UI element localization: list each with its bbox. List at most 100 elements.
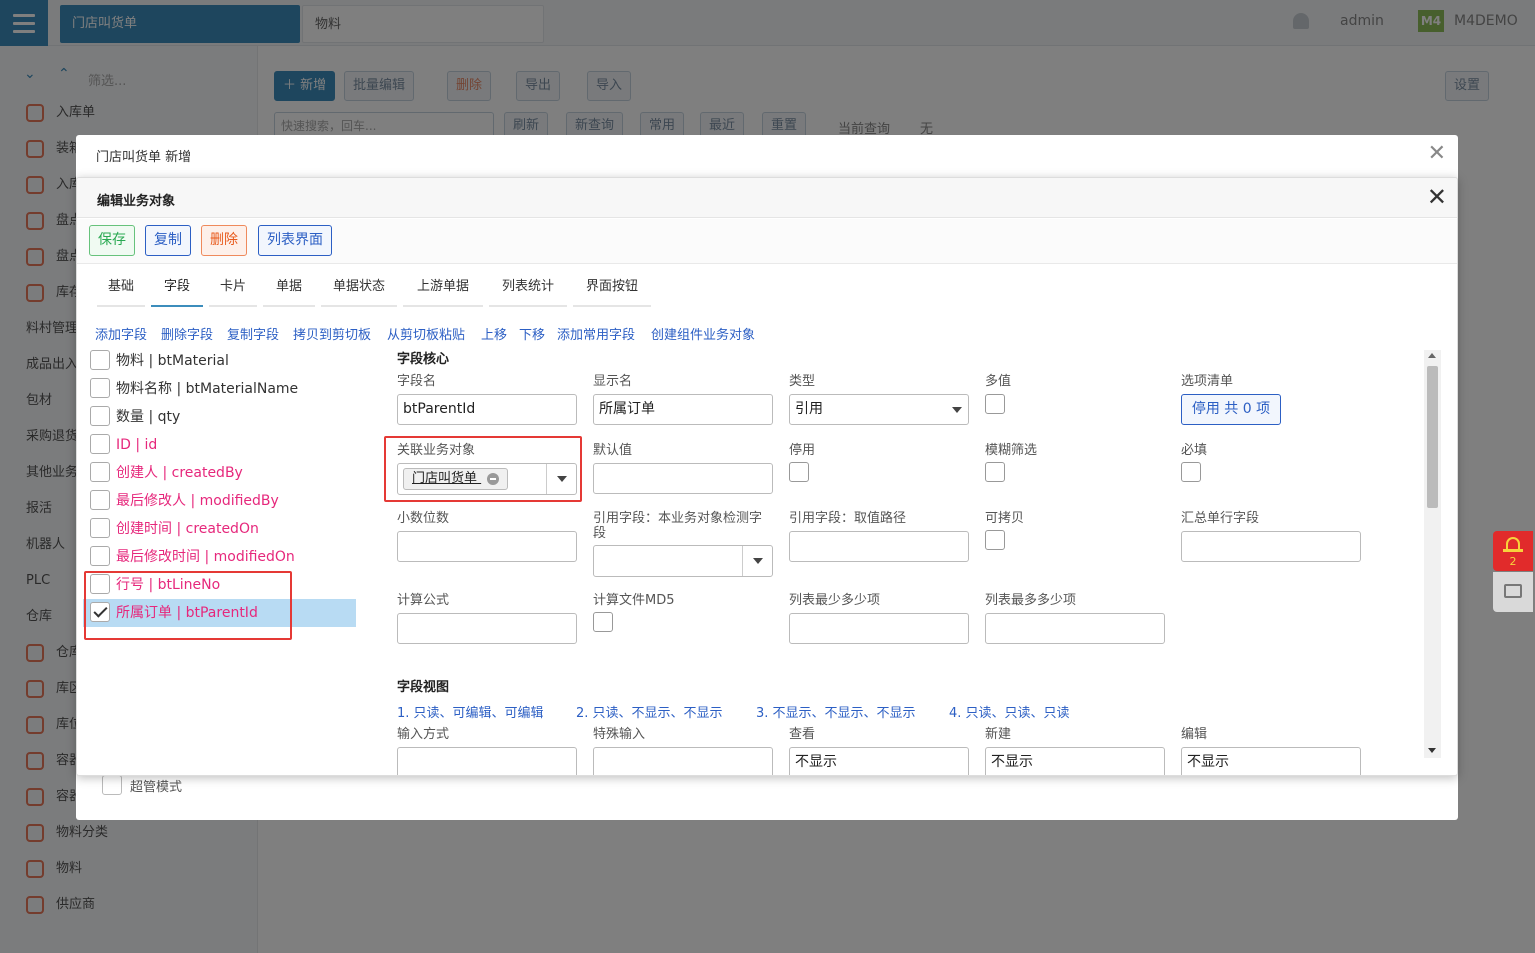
fuzzy-filter-checkbox[interactable] (985, 462, 1005, 482)
super-mode-checkbox[interactable] (102, 775, 122, 795)
ref-field-check-select[interactable] (593, 545, 773, 577)
default-value-label: 默认值 (593, 443, 633, 458)
close-icon[interactable]: ✕ (1427, 183, 1447, 211)
required-label: 必填 (1181, 443, 1208, 458)
tab-list-statistics[interactable]: 列表统计 (489, 272, 567, 307)
create-component-object-link[interactable]: 创建组件业务对象 (651, 324, 755, 343)
field-list-item[interactable]: 数量 | qty (83, 403, 356, 431)
scroll-up-icon[interactable] (1428, 353, 1436, 358)
special-input-select[interactable] (593, 747, 773, 775)
decimals-input[interactable] (397, 531, 577, 562)
field-checkbox[interactable] (90, 350, 110, 370)
field-checkbox[interactable] (90, 406, 110, 426)
fuzzy-filter-label: 模糊筛选 (985, 443, 1038, 458)
list-min-input[interactable] (789, 613, 969, 644)
scrollbar-thumb[interactable] (1427, 366, 1438, 508)
alarm-count: 2 (1509, 555, 1517, 568)
field-label: 最后修改人 | modifiedBy (116, 493, 279, 509)
ref-field-path-label: 引用字段：取值路径 (789, 511, 907, 526)
field-label: 物料名称 | btMaterialName (116, 381, 299, 397)
field-list-item[interactable]: 最后修改时间 | modifiedOn (83, 543, 356, 571)
delete-field-link[interactable]: 删除字段 (161, 324, 213, 343)
disabled-label: 停用 (789, 443, 816, 458)
chevron-down-icon (952, 407, 962, 413)
default-value-input[interactable] (593, 463, 773, 494)
display-name-input[interactable]: 所属订单 (593, 394, 773, 425)
move-down-link[interactable]: 下移 (519, 324, 545, 343)
display-name-label: 显示名 (593, 374, 633, 389)
view-preset-4-link[interactable]: 4. 只读、只读、只读 (949, 702, 1070, 721)
list-min-label: 列表最少多少项 (789, 593, 881, 608)
ref-field-path-input[interactable] (789, 531, 969, 562)
list-max-label: 列表最多多少项 (985, 593, 1077, 608)
move-up-link[interactable]: 上移 (481, 324, 507, 343)
monitor-button[interactable] (1493, 572, 1533, 612)
field-list-item[interactable]: ID | id (83, 431, 356, 459)
type-select-value: 引用 (795, 401, 823, 417)
outer-close-icon[interactable]: ✕ (1428, 141, 1446, 166)
view-preset-3-link[interactable]: 3. 不显示、不显示、不显示 (756, 702, 916, 721)
add-common-field-link[interactable]: 添加常用字段 (557, 324, 635, 343)
new-select[interactable]: 不显示 (985, 747, 1165, 775)
multi-value-checkbox[interactable] (985, 394, 1005, 414)
summary-field-input[interactable] (1181, 531, 1361, 562)
field-checkbox[interactable] (90, 434, 110, 454)
core-section-title: 字段核心 (397, 352, 450, 367)
edit-business-object-modal: 编辑业务对象 ✕ 保存 复制 删除 列表界面 基础 字段 卡片 单据 单据状态 … (76, 177, 1458, 776)
copy-button[interactable]: 复制 (145, 225, 191, 256)
field-list-item[interactable]: 创建时间 | createdOn (83, 515, 356, 543)
view-preset-1-link[interactable]: 1. 只读、可编辑、可编辑 (397, 702, 544, 721)
paste-from-clipboard-link[interactable]: 从剪切板粘贴 (387, 324, 465, 343)
monitor-icon (1504, 584, 1522, 598)
new-label: 新建 (985, 727, 1012, 742)
field-checkbox[interactable] (90, 462, 110, 482)
ref-field-check-label: 引用字段：本业务对象检测字段 (593, 511, 763, 541)
md5-label: 计算文件MD5 (593, 593, 675, 608)
field-checkbox[interactable] (90, 378, 110, 398)
view-preset-2-link[interactable]: 2. 只读、不显示、不显示 (576, 702, 723, 721)
field-label: 最后修改时间 | modifiedOn (116, 549, 295, 565)
field-checkbox[interactable] (90, 518, 110, 538)
type-select[interactable]: 引用 (789, 394, 969, 425)
tab-fields[interactable]: 字段 (151, 272, 203, 307)
tab-card[interactable]: 卡片 (209, 272, 257, 307)
field-list-item[interactable]: 物料名称 | btMaterialName (83, 375, 356, 403)
special-input-label: 特殊输入 (593, 727, 646, 742)
formula-label: 计算公式 (397, 593, 450, 608)
copy-to-clipboard-link[interactable]: 拷贝到剪切板 (293, 324, 371, 343)
delete-button[interactable]: 删除 (201, 225, 247, 256)
options-list-button[interactable]: 停用 共 0 项 (1181, 394, 1281, 425)
field-checkbox[interactable] (90, 490, 110, 510)
copy-field-link[interactable]: 复制字段 (227, 324, 279, 343)
scroll-down-icon[interactable] (1428, 748, 1436, 753)
disabled-checkbox[interactable] (789, 462, 809, 482)
copyable-label: 可拷贝 (985, 511, 1025, 526)
field-list-item[interactable]: 最后修改人 | modifiedBy (83, 487, 356, 515)
tab-ui-buttons[interactable]: 界面按钮 (573, 272, 651, 307)
copyable-checkbox[interactable] (985, 530, 1005, 550)
tab-document-status[interactable]: 单据状态 (321, 272, 397, 307)
field-checkbox[interactable] (90, 546, 110, 566)
field-name-label: 字段名 (397, 374, 437, 389)
formula-input[interactable] (397, 613, 577, 644)
field-label: 创建人 | createdBy (116, 465, 243, 481)
list-max-input[interactable] (985, 613, 1165, 644)
field-label: 物料 | btMaterial (116, 353, 229, 369)
list-ui-button[interactable]: 列表界面 (258, 225, 332, 256)
add-field-link[interactable]: 添加字段 (95, 324, 147, 343)
field-name-input[interactable]: btParentId (397, 394, 577, 425)
field-list-item[interactable]: 创建人 | createdBy (83, 459, 356, 487)
tab-document[interactable]: 单据 (263, 272, 315, 307)
field-list-item[interactable]: 物料 | btMaterial (83, 347, 356, 375)
alarm-button[interactable]: 2 (1493, 531, 1533, 571)
tab-upstream-document[interactable]: 上游单据 (403, 272, 483, 307)
view-select[interactable]: 不显示 (789, 747, 969, 775)
edit-select[interactable]: 不显示 (1181, 747, 1361, 775)
save-button[interactable]: 保存 (89, 225, 135, 256)
required-checkbox[interactable] (1181, 462, 1201, 482)
tab-basic[interactable]: 基础 (97, 272, 145, 307)
highlight-box-fields (84, 571, 292, 640)
edit-label: 编辑 (1181, 727, 1208, 742)
md5-checkbox[interactable] (593, 612, 613, 632)
input-mode-select[interactable] (397, 747, 577, 775)
